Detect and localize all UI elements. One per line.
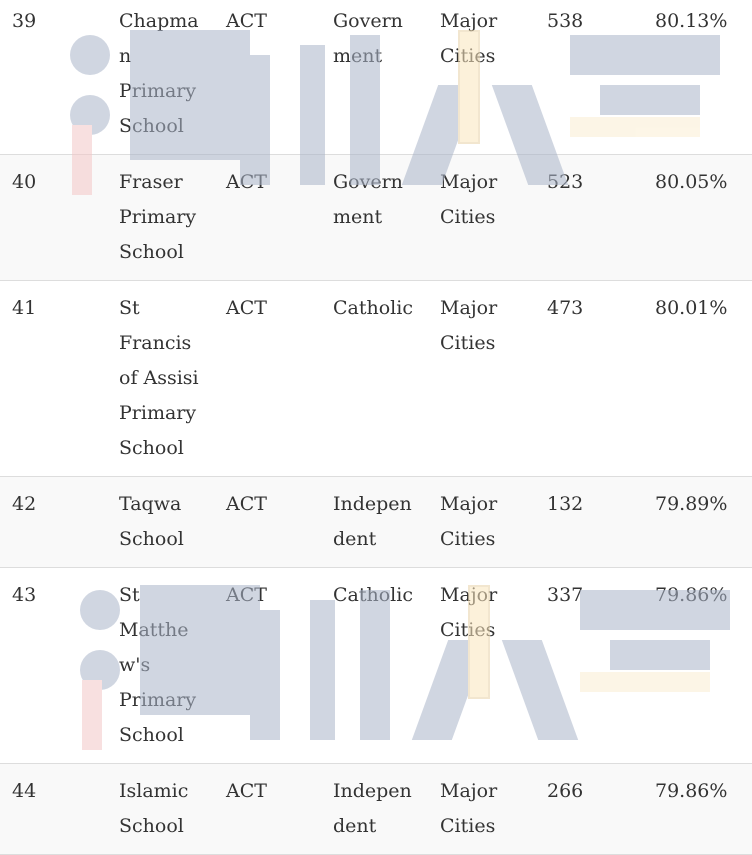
cell-enrolments: 473 xyxy=(547,297,584,319)
cell-location: Major Cities xyxy=(440,171,498,228)
cell-name: Fraser Primary School xyxy=(119,171,197,263)
cell-sector: Catholic xyxy=(333,297,413,319)
cell-score: 80.13% xyxy=(655,10,728,32)
cell-location: Major Cities xyxy=(440,493,498,550)
cell-score: 79.86% xyxy=(655,780,728,802)
cell-state: ACT xyxy=(226,297,267,319)
cell-score: 80.05% xyxy=(655,171,728,193)
cell-enrolments: 523 xyxy=(547,171,584,193)
cell-sector: Independent xyxy=(333,780,412,837)
cell-state: ACT xyxy=(226,493,267,515)
cell-name: St Matthew's Primary School xyxy=(119,584,197,746)
cell-rank: 41 xyxy=(12,297,37,319)
cell-score: 79.86% xyxy=(655,584,728,606)
cell-name: Islamic School xyxy=(119,780,189,837)
cell-state: ACT xyxy=(226,171,267,193)
cell-name: St Francis of Assisi Primary School xyxy=(119,297,199,459)
cell-rank: 44 xyxy=(12,780,37,802)
table-row: 44 Islamic School ACT Independent Major Citi… xyxy=(0,763,752,855)
school-ranking-table: 39 Chapman Primary School ACT Government Maj… xyxy=(0,0,752,855)
cell-score: 80.01% xyxy=(655,297,728,319)
cell-location: Major Cities xyxy=(440,584,498,641)
table-row: 39 Chapman Primary School ACT Government Maj… xyxy=(0,0,752,155)
table-row: 42 Taqwa School ACT Independent Major Cities… xyxy=(0,476,752,568)
table-row: 41 St Francis of Assisi Primary School ACT… xyxy=(0,281,752,477)
cell-enrolments: 132 xyxy=(547,493,584,515)
cell-rank: 43 xyxy=(12,584,37,606)
cell-name: Chapman Primary School xyxy=(119,10,199,137)
cell-sector: Government xyxy=(333,10,403,67)
cell-enrolments: 538 xyxy=(547,10,584,32)
cell-enrolments: 266 xyxy=(547,780,584,802)
cell-name: Taqwa School xyxy=(119,493,184,550)
cell-enrolments: 337 xyxy=(547,584,584,606)
cell-state: ACT xyxy=(226,584,267,606)
cell-score: 79.89% xyxy=(655,493,728,515)
cell-rank: 42 xyxy=(12,493,37,515)
cell-state: ACT xyxy=(226,10,267,32)
cell-rank: 40 xyxy=(12,171,37,193)
cell-sector: Government xyxy=(333,171,403,228)
cell-sector: Independent xyxy=(333,493,412,550)
cell-location: Major Cities xyxy=(440,297,498,354)
cell-location: Major Cities xyxy=(440,780,498,837)
cell-state: ACT xyxy=(226,780,267,802)
cell-location: Major Cities xyxy=(440,10,498,67)
cell-sector: Catholic xyxy=(333,584,413,606)
table-row: 43 St Matthew's Primary School ACT Catholic… xyxy=(0,568,752,764)
table-row: 40 Fraser Primary School ACT Government Majo… xyxy=(0,154,752,281)
cell-rank: 39 xyxy=(12,10,37,32)
